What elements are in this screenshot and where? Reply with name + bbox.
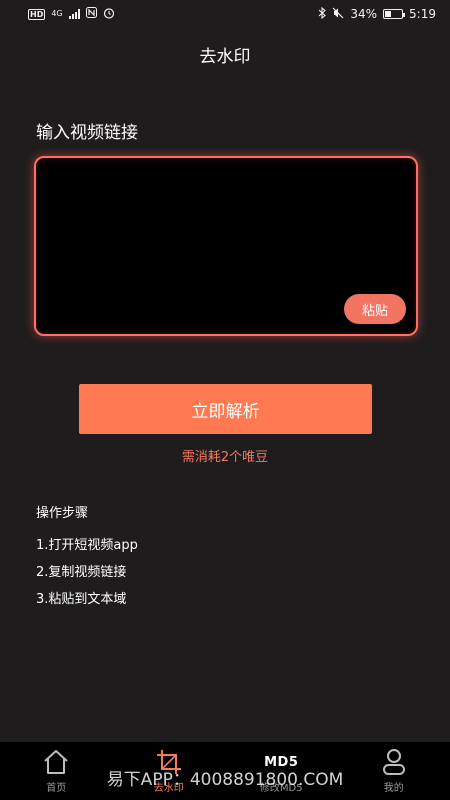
nfc-icon	[85, 7, 97, 21]
tab-modify-md5[interactable]: MD5 修改MD5	[225, 742, 338, 800]
status-bar: HD 4G 34% 5:19	[0, 0, 450, 28]
network-type: 4G	[51, 9, 63, 18]
mute-icon	[332, 7, 344, 22]
tab-profile[interactable]: 我的	[338, 742, 450, 800]
steps-list: 1.打开短视频app 2.复制视频链接 3.粘贴到文本域	[36, 536, 138, 617]
md5-icon-text: MD5	[264, 754, 299, 770]
signal-icon	[68, 9, 80, 19]
step-item: 2.复制视频链接	[36, 565, 127, 580]
profile-icon	[382, 747, 406, 777]
bottom-tab-bar: 首页 去水印 MD5 修改MD5 我的	[0, 742, 450, 800]
crop-icon	[156, 747, 182, 777]
cost-note: 需消耗2个唯豆	[181, 450, 269, 465]
paste-button[interactable]: 粘贴	[344, 294, 406, 324]
step-item: 1.打开短视频app	[36, 538, 138, 553]
battery-icon	[383, 9, 406, 19]
tab-home[interactable]: 首页	[0, 742, 113, 800]
step-item: 3.粘贴到文本域	[36, 592, 127, 607]
md5-icon: MD5	[264, 747, 298, 777]
alarm-icon	[103, 7, 115, 22]
battery-level	[385, 11, 392, 17]
status-right: 34% 5:19	[318, 6, 436, 22]
tab-remove-watermark[interactable]: 去水印	[113, 742, 226, 800]
steps-title: 操作步骤	[36, 506, 89, 521]
tab-label: 去水印	[153, 783, 184, 794]
page-title: 去水印	[199, 47, 251, 67]
status-left: HD 4G	[28, 7, 115, 22]
home-icon	[42, 747, 70, 777]
clock: 5:19	[409, 7, 436, 21]
hd-badge: HD	[28, 8, 46, 20]
video-link-textarea-box: 粘贴	[34, 156, 418, 336]
battery-percent: 34%	[350, 7, 378, 21]
tab-label: 修改MD5	[259, 783, 303, 794]
video-link-label: 输入视频链接	[36, 123, 138, 143]
tab-label: 我的	[383, 783, 404, 794]
bluetooth-icon	[318, 6, 327, 22]
parse-button[interactable]: 立即解析	[79, 384, 372, 434]
tab-label: 首页	[46, 783, 67, 794]
